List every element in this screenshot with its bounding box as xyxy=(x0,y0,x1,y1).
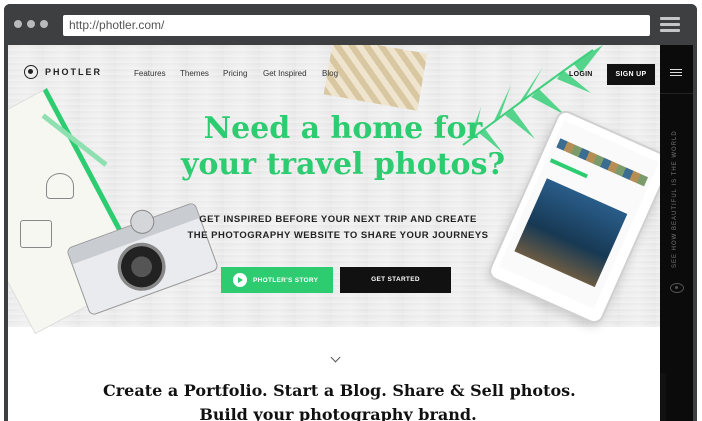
hero-subheading: GET INSPIRED BEFORE YOUR NEXT TRIP AND C… xyxy=(168,212,508,244)
signup-button[interactable]: SIGN UP xyxy=(607,64,655,85)
browser-toolbar: http://photler.com/ xyxy=(4,4,697,45)
subheading-line: THE PHOTOGRAPHY WEBSITE TO SHARE YOUR JO… xyxy=(187,230,489,241)
window-dot-maximize[interactable] xyxy=(40,20,48,28)
story-button[interactable]: PHOTLER'S STORY xyxy=(221,267,333,293)
window-dot-minimize[interactable] xyxy=(27,20,35,28)
nav-link-get-inspired[interactable]: Get Inspired xyxy=(263,69,307,78)
headline-line: Need a home for xyxy=(203,111,483,146)
scrollbar[interactable] xyxy=(660,373,666,421)
tagline-line: Create a Portfolio. Start a Blog. Share … xyxy=(103,381,576,400)
browser-menu-icon[interactable] xyxy=(660,17,680,33)
sidebar-menu-icon[interactable] xyxy=(670,69,682,78)
eye-icon[interactable] xyxy=(670,283,684,293)
side-panel: SEE HOW BEAUTIFUL IS THE WORLD xyxy=(660,45,693,421)
sketch-illustration xyxy=(20,220,52,248)
nav-link-blog[interactable]: Blog xyxy=(322,69,338,78)
subheading-line: GET INSPIRED BEFORE YOUR NEXT TRIP AND C… xyxy=(199,214,477,225)
login-link[interactable]: LOGIN xyxy=(569,71,593,78)
window-dot-close[interactable] xyxy=(14,20,22,28)
get-started-button[interactable]: GET STARTED xyxy=(340,267,451,293)
headline-line: your travel photos? xyxy=(180,147,506,182)
sketch-illustration xyxy=(46,173,74,199)
logo-icon xyxy=(24,65,38,79)
page-viewport: PHOTLER Features Themes Pricing Get Insp… xyxy=(8,45,693,421)
hero-section: PHOTLER Features Themes Pricing Get Insp… xyxy=(8,45,675,335)
browser-window: http://photler.com/ PHOTLER Features The… xyxy=(4,4,697,421)
story-button-label: PHOTLER'S STORY xyxy=(253,276,319,284)
address-bar[interactable]: http://photler.com/ xyxy=(63,15,650,36)
nav-link-themes[interactable]: Themes xyxy=(180,69,209,78)
logo-text: PHOTLER xyxy=(45,67,103,77)
nav-link-features[interactable]: Features xyxy=(134,69,166,78)
divider xyxy=(660,93,693,94)
logo[interactable]: PHOTLER xyxy=(24,65,102,79)
play-icon xyxy=(233,273,247,287)
tagline-line: Build your photography brand. xyxy=(199,405,477,421)
top-navigation: PHOTLER Features Themes Pricing Get Insp… xyxy=(8,57,660,93)
nav-link-pricing[interactable]: Pricing xyxy=(223,69,247,78)
chevron-down-icon[interactable] xyxy=(330,352,341,363)
hero-headline: Need a home for your travel photos? xyxy=(158,111,528,183)
sidebar-vertical-text: SEE HOW BEAUTIFUL IS THE WORLD xyxy=(672,130,678,268)
section-tagline: Create a Portfolio. Start a Blog. Share … xyxy=(103,379,576,421)
